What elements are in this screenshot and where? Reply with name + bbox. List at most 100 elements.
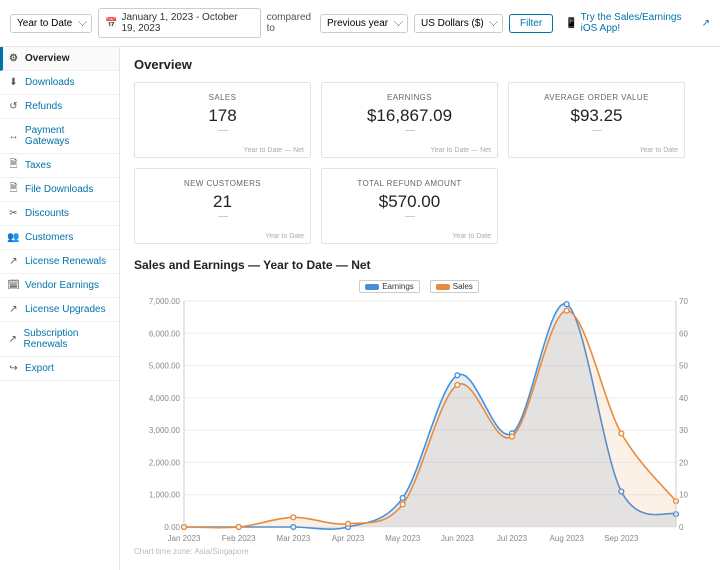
- sidebar-item-label: File Downloads: [25, 184, 93, 195]
- svg-text:30: 30: [679, 426, 688, 435]
- svg-text:40: 40: [679, 394, 688, 403]
- sidebar-item-vendor-earnings[interactable]: 🗓 Vendor Earnings: [0, 274, 119, 298]
- metric-label: TOTAL REFUND AMOUNT: [357, 179, 461, 188]
- vendor-earnings-icon: 🗓: [8, 280, 19, 291]
- metric-label: NEW CUSTOMERS: [184, 179, 261, 188]
- sidebar-item-label: Refunds: [25, 101, 62, 112]
- metric-label: SALES: [209, 93, 237, 102]
- svg-text:4,000.00: 4,000.00: [149, 394, 181, 403]
- metric-value: $16,867.09: [367, 106, 452, 126]
- external-link-icon: ↗: [702, 18, 710, 29]
- svg-text:70: 70: [679, 297, 688, 306]
- metric-dash: [405, 130, 415, 131]
- phone-icon: 📱: [565, 18, 577, 29]
- svg-text:3,000.00: 3,000.00: [149, 426, 181, 435]
- svg-text:Jan 2023: Jan 2023: [168, 534, 201, 543]
- sidebar-item-overview[interactable]: ⚙ Overview: [0, 47, 119, 71]
- sidebar-item-customers[interactable]: 👥 Customers: [0, 226, 119, 250]
- downloads-icon: ⬇: [8, 77, 19, 88]
- svg-text:5,000.00: 5,000.00: [149, 362, 181, 371]
- metric-value: $570.00: [379, 192, 440, 212]
- customers-icon: 👥: [8, 232, 19, 243]
- page-title: Overview: [134, 57, 706, 72]
- metric-card-total-refund-amount[interactable]: TOTAL REFUND AMOUNT $570.00 Year to Date: [321, 168, 498, 244]
- sidebar-item-label: License Upgrades: [25, 304, 106, 315]
- file-downloads-icon: 🗎: [8, 184, 19, 195]
- sidebar-item-label: Subscription Renewals: [23, 328, 111, 350]
- metric-value: 178: [208, 106, 236, 126]
- sidebar-item-label: Customers: [25, 232, 73, 243]
- overview-icon: ⚙: [8, 53, 19, 64]
- svg-text:0: 0: [679, 523, 684, 532]
- date-range-picker[interactable]: 📅 January 1, 2023 - October 19, 2023: [98, 8, 261, 38]
- compared-label: compared to: [267, 12, 314, 34]
- timezone-note: Chart time zone: Asia/Singapore: [134, 547, 704, 556]
- filter-button[interactable]: Filter: [509, 14, 553, 33]
- sidebar-item-subscription-renewals[interactable]: ↗ Subscription Renewals: [0, 322, 119, 357]
- refunds-icon: ↺: [8, 101, 19, 112]
- subscription-renewals-icon: ↗: [8, 334, 17, 345]
- metric-dash: [405, 216, 415, 217]
- svg-text:1,000.00: 1,000.00: [149, 491, 181, 500]
- svg-text:50: 50: [679, 362, 688, 371]
- content: Overview SALES 178 Year to Date — NetEAR…: [120, 47, 720, 570]
- calendar-icon: 📅: [105, 18, 117, 29]
- sidebar-item-taxes[interactable]: 🗎 Taxes: [0, 154, 119, 178]
- taxes-icon: 🗎: [8, 160, 19, 171]
- metric-caption: Year to Date: [639, 147, 678, 154]
- metric-dash: [592, 130, 602, 131]
- metric-value: $93.25: [571, 106, 623, 126]
- metric-card-new-customers[interactable]: NEW CUSTOMERS 21 Year to Date: [134, 168, 311, 244]
- metric-dash: [218, 130, 228, 131]
- sidebar-item-label: Downloads: [25, 77, 74, 88]
- ios-app-text: Try the Sales/Earnings iOS App!: [581, 12, 699, 34]
- legend-sales[interactable]: Sales: [430, 280, 479, 293]
- svg-text:60: 60: [679, 329, 688, 338]
- sidebar-item-license-upgrades[interactable]: ↗ License Upgrades: [0, 298, 119, 322]
- compared-to-select[interactable]: Previous year: [320, 14, 408, 33]
- svg-text:Jul 2023: Jul 2023: [497, 534, 528, 543]
- license-renewals-icon: ↗: [8, 256, 19, 267]
- license-upgrades-icon: ↗: [8, 304, 19, 315]
- metric-caption: Year to Date: [452, 233, 491, 240]
- range-preset-select[interactable]: Year to Date: [10, 14, 92, 33]
- sales-earnings-chart: 0.001,000.002,000.003,000.004,000.005,00…: [134, 295, 704, 545]
- metric-value: 21: [213, 192, 232, 212]
- svg-text:Apr 2023: Apr 2023: [332, 534, 365, 543]
- currency-select[interactable]: US Dollars ($): [414, 14, 503, 33]
- sidebar-item-label: Payment Gateways: [25, 125, 111, 147]
- svg-text:20: 20: [679, 458, 688, 467]
- discounts-icon: ✂: [8, 208, 19, 219]
- ios-app-link[interactable]: 📱 Try the Sales/Earnings iOS App! ↗: [565, 12, 710, 34]
- sidebar-item-export[interactable]: ↪Export: [0, 357, 119, 381]
- metric-card-sales[interactable]: SALES 178 Year to Date — Net: [134, 82, 311, 158]
- sidebar-item-license-renewals[interactable]: ↗ License Renewals: [0, 250, 119, 274]
- svg-text:Mar 2023: Mar 2023: [276, 534, 310, 543]
- metric-caption: Year to Date — Net: [244, 147, 304, 154]
- sidebar: ⚙ Overview ⬇ Downloads ↺ Refunds ↔ Payment Gate…: [0, 47, 120, 570]
- metric-card-earnings[interactable]: EARNINGS $16,867.09 Year to Date — Net: [321, 82, 498, 158]
- chart-container: Earnings Sales 0.001,000.002,000.003,000…: [134, 280, 704, 550]
- sidebar-item-refunds[interactable]: ↺ Refunds: [0, 95, 119, 119]
- metric-label: AVERAGE ORDER VALUE: [544, 93, 649, 102]
- chart-title: Sales and Earnings — Year to Date — Net: [134, 258, 706, 272]
- sidebar-item-label: Taxes: [25, 160, 51, 171]
- metric-card-average-order-value[interactable]: AVERAGE ORDER VALUE $93.25 Year to Date: [508, 82, 685, 158]
- legend-earnings[interactable]: Earnings: [359, 280, 420, 293]
- sidebar-item-label: Vendor Earnings: [25, 280, 99, 291]
- sidebar-item-file-downloads[interactable]: 🗎 File Downloads: [0, 178, 119, 202]
- sidebar-item-downloads[interactable]: ⬇ Downloads: [0, 71, 119, 95]
- sidebar-item-payment-gateways[interactable]: ↔ Payment Gateways: [0, 119, 119, 154]
- metrics-grid: SALES 178 Year to Date — NetEARNINGS $16…: [134, 82, 706, 244]
- top-filter-bar: Year to Date 📅 January 1, 2023 - October…: [0, 0, 720, 47]
- svg-text:Jun 2023: Jun 2023: [441, 534, 474, 543]
- sidebar-item-label: License Renewals: [25, 256, 106, 267]
- svg-text:May 2023: May 2023: [385, 534, 421, 543]
- sidebar-item-discounts[interactable]: ✂Discounts: [0, 202, 119, 226]
- metric-caption: Year to Date: [265, 233, 304, 240]
- sidebar-item-label: Export: [25, 363, 54, 374]
- sidebar-item-label: Overview: [25, 53, 69, 64]
- payment-gateways-icon: ↔: [8, 131, 19, 142]
- svg-text:6,000.00: 6,000.00: [149, 329, 181, 338]
- metric-caption: Year to Date — Net: [431, 147, 491, 154]
